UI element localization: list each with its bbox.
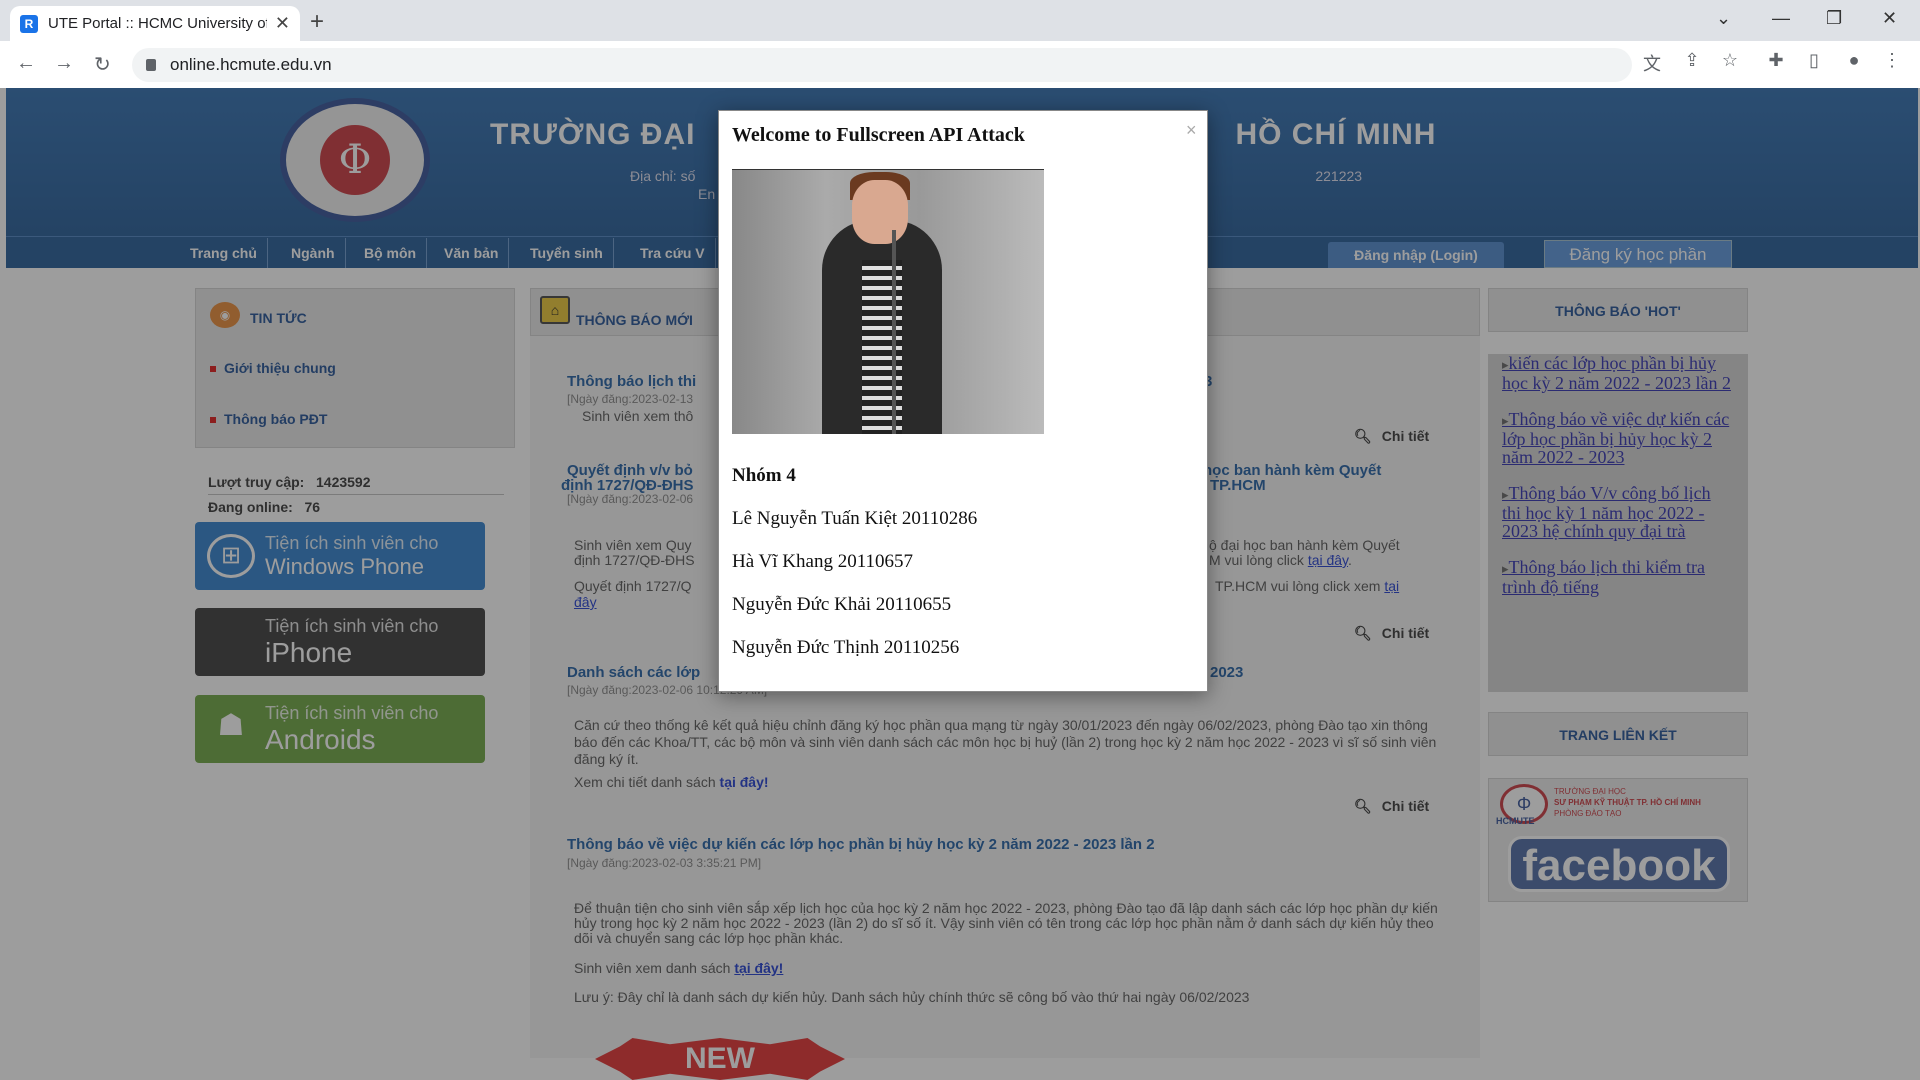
back-icon[interactable]: ← xyxy=(16,52,36,75)
extensions-icon[interactable]: ✚ xyxy=(1764,50,1788,78)
modal-close-button[interactable]: × xyxy=(1186,120,1197,141)
lock-icon xyxy=(146,59,156,71)
site-favicon-icon: R xyxy=(20,14,38,33)
close-tab-icon[interactable]: ✕ xyxy=(275,13,290,34)
translate-icon[interactable]: 文 xyxy=(1640,50,1664,78)
side-panel-icon[interactable]: ▯ xyxy=(1802,50,1826,78)
close-window-icon[interactable]: ✕ xyxy=(1882,8,1897,29)
member-1: Lê Nguyễn Tuấn Kiệt 20110286 xyxy=(732,508,978,529)
member-2: Hà Vĩ Khang 20110657 xyxy=(732,551,914,572)
new-tab-icon[interactable]: + xyxy=(310,8,324,36)
tab-search-icon[interactable]: ⌄ xyxy=(1716,8,1731,29)
member-3: Nguyễn Đức Khải 20110655 xyxy=(732,594,952,615)
member-4: Nguyễn Đức Thịnh 20110256 xyxy=(732,637,960,658)
tab-title: UTE Portal :: HCMC University of xyxy=(48,15,267,32)
profile-icon[interactable]: ● xyxy=(1842,50,1866,78)
modal-title: Welcome to Fullscreen API Attack xyxy=(732,124,1025,146)
menu-icon[interactable]: ⋮ xyxy=(1880,50,1904,78)
maximize-icon[interactable]: ❐ xyxy=(1826,8,1842,29)
address-bar[interactable]: online.hcmute.edu.vn xyxy=(132,48,1632,82)
browser-tab[interactable]: R UTE Portal :: HCMC University of ✕ xyxy=(10,6,300,41)
group-name: Nhóm 4 xyxy=(732,465,796,486)
share-icon[interactable]: ⇪ xyxy=(1680,50,1704,78)
minimize-icon[interactable]: — xyxy=(1772,8,1790,29)
forward-icon[interactable]: → xyxy=(54,52,74,75)
bookmark-star-icon[interactable]: ☆ xyxy=(1718,50,1742,78)
singer-animation-image xyxy=(732,170,1044,434)
reload-icon[interactable]: ↻ xyxy=(94,52,111,77)
url-text: online.hcmute.edu.vn xyxy=(170,55,332,74)
